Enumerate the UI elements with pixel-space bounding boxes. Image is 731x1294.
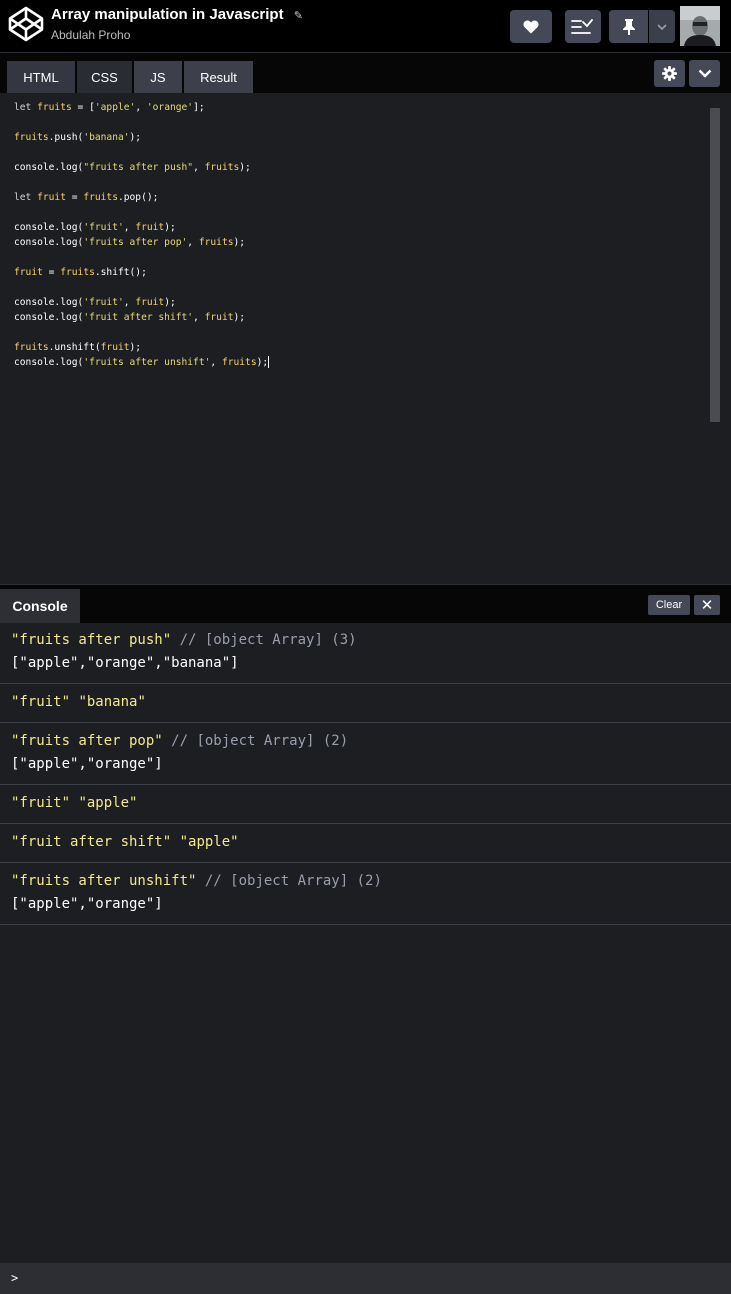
codepen-logo-icon[interactable] — [8, 6, 44, 42]
code-line: console.log('fruit', fruit); — [14, 297, 176, 308]
top-header: Array manipulation in Javascript ✎ Abdul… — [0, 0, 731, 53]
console-entry: "fruit" "apple" — [0, 785, 731, 824]
pin-dropdown-button[interactable] — [649, 10, 675, 43]
console-entry-value: ["apple","orange"] — [11, 756, 163, 772]
console-entry: "fruits after push" // [object Array] (3… — [0, 622, 731, 684]
close-icon: ✕ — [700, 597, 714, 614]
console-entry: "fruits after pop" // [object Array] (2)… — [0, 723, 731, 785]
editor-tab-bar: HTML CSS JS Result — [0, 53, 731, 93]
code-line: let fruits = ['apple', 'orange']; — [14, 102, 205, 113]
console-entry-line: "fruit" "apple" — [11, 792, 720, 815]
code-line: console.log('fruits after pop', fruits); — [14, 237, 246, 248]
js-editor[interactable]: let fruits = ['apple', 'orange']; fruits… — [0, 93, 731, 584]
pen-title[interactable]: Array manipulation in Javascript ✎ — [51, 6, 303, 25]
console-header: Console Clear ✕ — [0, 584, 731, 623]
author-name[interactable]: Abdulah Proho — [51, 28, 303, 42]
console-entry-value: ["apple","orange","banana"] — [11, 655, 239, 671]
console-prompt: > — [11, 1271, 19, 1285]
layout-icon — [571, 18, 593, 34]
pencil-icon[interactable]: ✎ — [294, 7, 303, 25]
console-entry-type: // [object Array] (3) — [179, 632, 357, 648]
avatar[interactable] — [680, 6, 720, 46]
console-entry-line: "fruits after push" // [object Array] (3… — [11, 629, 720, 652]
tab-result[interactable]: Result — [184, 61, 253, 93]
code-line: console.log('fruit', fruit); — [14, 222, 176, 233]
console-entry-value: "banana" — [78, 694, 146, 710]
pen-title-group: Array manipulation in Javascript ✎ Abdul… — [51, 6, 303, 42]
chevron-down-icon — [657, 23, 667, 30]
pin-icon — [622, 18, 635, 35]
console-entry-value: ["apple","orange"] — [11, 896, 163, 912]
console-entry-line: "fruits after unshift" // [object Array]… — [11, 870, 720, 893]
console-entry: "fruit after shift" "apple" — [0, 824, 731, 863]
console-output: "fruits after push" // [object Array] (3… — [0, 622, 731, 925]
console-entry: "fruits after unshift" // [object Array]… — [0, 863, 731, 925]
console-entry-line: "fruit" "banana" — [11, 691, 720, 714]
code-line: console.log('fruit after shift', fruit); — [14, 312, 246, 323]
settings-button[interactable] — [654, 60, 685, 87]
console-entry-value: "apple" — [78, 795, 138, 811]
tab-js[interactable]: JS — [134, 61, 182, 93]
code-line: console.log("fruits after push", fruits)… — [14, 162, 251, 173]
text-caret — [268, 356, 270, 368]
tab-css[interactable]: CSS — [77, 61, 132, 93]
console-input-bar[interactable]: > — [0, 1263, 731, 1294]
editor-scrollbar[interactable] — [710, 108, 720, 422]
tab-html[interactable]: HTML — [7, 61, 75, 93]
code-line: fruit = fruits.shift(); — [14, 267, 147, 278]
console-entry-label: "fruits after pop" — [11, 733, 163, 749]
change-layout-button[interactable] — [565, 10, 601, 43]
gear-icon — [662, 66, 677, 81]
pen-title-text: Array manipulation in Javascript — [51, 6, 284, 23]
console-tab[interactable]: Console — [0, 589, 80, 623]
clear-console-button[interactable]: Clear — [648, 595, 690, 615]
console-entry-label: "fruits after push" — [11, 632, 172, 648]
heart-icon — [523, 20, 539, 33]
console-entry-label: "fruits after unshift" — [11, 873, 197, 889]
code-line: console.log('fruits after unshift', frui… — [14, 356, 270, 368]
console-entry: "fruit" "banana" — [0, 684, 731, 723]
code-line: fruits.push('banana'); — [14, 132, 142, 143]
console-entry-line: "fruits after pop" // [object Array] (2) — [11, 730, 720, 753]
code-line: fruits.unshift(fruit); — [14, 342, 142, 353]
avatar-image — [680, 6, 720, 46]
code-line: let fruit = fruits.pop(); — [14, 192, 159, 203]
console-entry-label: "fruit after shift" — [11, 834, 172, 850]
console-entry-line: "fruit after shift" "apple" — [11, 831, 720, 854]
close-console-button[interactable]: ✕ — [694, 595, 720, 615]
code-area[interactable]: let fruits = ['apple', 'orange']; fruits… — [14, 100, 270, 370]
pin-button[interactable] — [609, 10, 648, 43]
console-entry-type: // [object Array] (2) — [171, 733, 349, 749]
console-entry-value: "apple" — [179, 834, 239, 850]
console-entry-type: // [object Array] (2) — [204, 873, 382, 889]
console-entry-label: "fruit" — [11, 694, 71, 710]
love-button[interactable] — [510, 10, 552, 43]
chevron-down-icon — [698, 69, 711, 78]
console-entry-label: "fruit" — [11, 795, 71, 811]
collapse-editor-button[interactable] — [689, 60, 720, 87]
